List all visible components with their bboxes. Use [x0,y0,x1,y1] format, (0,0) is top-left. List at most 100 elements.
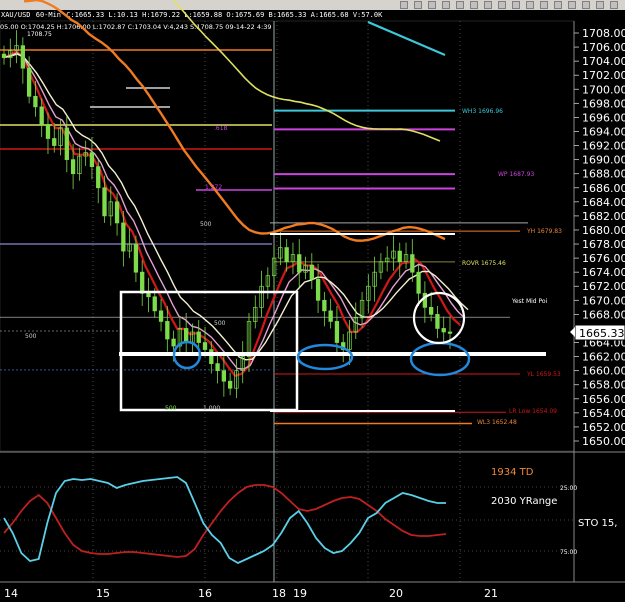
candle-body [334,321,340,343]
candle-body [202,342,208,350]
candle-body [309,264,314,280]
candle-body [26,67,32,97]
candle-body [133,243,139,273]
candle-body [227,380,233,389]
candle-body [429,306,434,315]
candle-body [96,166,101,189]
candle-body [152,296,157,312]
ema-mid-line [3,52,465,370]
price-axis: 1708.001706.001704.001702.001700.001698.… [574,27,625,448]
label-fib-500-b: 500 [25,333,37,340]
candle-body [315,278,321,301]
candle-body [146,292,151,298]
level-lines [0,49,528,425]
stochastic-panel: 25.00 75.00 1934 TD 2030 YRange STO 15, [0,467,617,565]
time-tick-label: 19 [293,587,307,600]
candle-body [171,338,176,347]
price-tick-label: 1686.00 [582,182,625,195]
support-ellipse-2 [296,343,354,371]
label-fib-500-a: 500 [200,221,212,228]
candle-body [1,53,7,58]
price-tick-label: 1692.00 [582,140,625,153]
label-fib-bottom-b: 1.000 [203,405,220,412]
candle-body [140,271,145,294]
label-wp: WP 1687.93 [498,171,534,178]
candle-body [52,138,57,146]
candle-body [184,328,189,343]
candle-body [64,127,69,160]
candle-body [410,254,415,273]
price-tick-label: 1690.00 [582,154,625,167]
price-tick-label: 1678.00 [582,238,625,251]
candle-body [447,331,453,334]
label-fib-bottom-a: 500 [165,405,177,412]
level-label-group: WH3 1696.96 WP 1687.93 YH 1679.83 ROVR 1… [25,31,562,426]
candle-body [114,201,120,224]
label-peak: 1708.75 [27,31,52,38]
candle-body [328,310,333,322]
price-tick-label: 1658.00 [582,379,625,392]
candle-body [102,187,107,217]
candle-body [20,45,25,69]
candle-body [322,299,327,312]
candle-body [33,95,38,108]
time-tick-label: 20 [389,587,403,600]
sto-slow-line [3,484,447,558]
price-tick-label: 1676.00 [582,252,625,265]
osc-label-td: 1934 TD [491,467,534,478]
label-lr-low: LR Low 1654.09 [509,408,557,415]
candle-body [397,250,402,262]
label-fib-1272: 1.272 [205,184,222,191]
price-tick-label: 1674.00 [582,266,625,279]
price-tick-label: 1706.00 [582,41,625,54]
candle-body [196,331,201,343]
price-tick-label: 1680.00 [582,224,625,237]
time-tick-label: 21 [484,587,498,600]
label-fib-500-c: 500 [214,320,226,327]
price-tick-label: 1660.00 [582,365,625,378]
price-chart[interactable]: 05.00 O:1704.25 H:1706.00 L:1702.87 C:17… [0,0,625,602]
candle-body [70,159,76,175]
label-yest-mid: Yest Mid Poi [511,298,548,305]
time-tick-label: 14 [4,587,18,600]
candle-body [416,271,421,294]
candle-body [435,314,440,329]
candle-body [45,124,51,139]
current-price-label: 1665.33 [579,327,625,340]
candle-body [284,247,289,262]
ma-orange-line [23,0,446,242]
price-tick-label: 1656.00 [582,393,625,406]
time-tick-label: 18 [272,587,286,600]
candle-body [165,321,170,340]
price-tick-label: 1652.00 [582,421,625,434]
price-tick-label: 1672.00 [582,280,625,293]
time-tick-label: 15 [96,587,110,600]
price-tick-label: 1662.00 [582,351,625,364]
candle-body [158,310,164,322]
price-tick-label: 1654.00 [582,407,625,420]
time-tick-label: 16 [198,587,212,600]
price-tick-label: 1670.00 [582,294,625,307]
price-tick-label: 1684.00 [582,196,625,209]
price-tick-label: 1708.00 [582,27,625,40]
support-ellipse-3 [409,341,471,377]
candle-body [215,363,220,372]
candle-body [221,370,227,382]
ema-slow-line [3,53,469,361]
label-yl: YL 1659.53 [526,371,561,378]
label-fib-618: .618 [214,125,228,132]
current-price-marker: 1665.33 [570,324,625,341]
price-tick-label: 1688.00 [582,168,625,181]
label-wl3: WL3 1652.48 [477,419,517,426]
candle-body [39,106,44,125]
osc-tick-75: 75.00 [560,549,577,556]
ma-cyan-line [367,20,446,57]
label-yh: YH 1679.83 [526,228,562,235]
candle-body [297,254,302,273]
label-wh3: WH3 1696.96 [462,108,503,115]
price-tick-label: 1696.00 [582,111,625,124]
price-tick-label: 1650.00 [582,435,625,448]
price-tick-label: 1698.00 [582,97,625,110]
consolidation-box [119,290,299,412]
ohlc-line: 05.00 O:1704.25 H:1706.00 L:1702.87 C:17… [0,23,271,31]
